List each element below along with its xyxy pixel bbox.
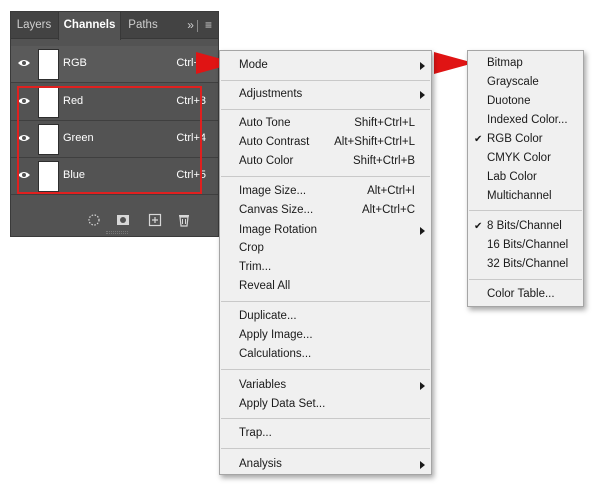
menu-separator	[221, 448, 430, 449]
menu-item-apply-data-set[interactable]: Apply Data Set...	[220, 395, 431, 414]
menu-item-mode[interactable]: Mode	[220, 56, 431, 75]
menu-separator	[221, 176, 430, 177]
channel-name: RGB	[63, 57, 87, 69]
mode-item-cmyk-color[interactable]: CMYK Color	[468, 149, 583, 168]
mode-submenu: Bitmap Grayscale Duotone Indexed Color..…	[467, 50, 584, 307]
menu-separator	[469, 279, 582, 280]
image-menu: Mode Adjustments Auto Tone Shift+Ctrl+L A…	[219, 50, 432, 475]
menu-separator	[221, 369, 430, 370]
menu-item-auto-color[interactable]: Auto Color Shift+Ctrl+B	[220, 152, 431, 171]
menu-item-crop[interactable]: Crop	[220, 239, 431, 258]
menu-item-analysis[interactable]: Analysis	[220, 455, 431, 474]
menu-item-trap[interactable]: Trap...	[220, 424, 431, 443]
menu-item-calculations[interactable]: Calculations...	[220, 345, 431, 364]
load-selection-icon[interactable]	[87, 213, 101, 227]
checkmark-icon: ✔	[474, 221, 483, 232]
mode-item-32-bits[interactable]: 32 Bits/Channel	[468, 255, 583, 274]
menu-item-image-size[interactable]: Image Size... Alt+Ctrl+I	[220, 182, 431, 201]
mode-item-multichannel[interactable]: Multichannel	[468, 187, 583, 206]
panel-footer	[11, 204, 218, 236]
channel-thumbnail	[38, 49, 59, 80]
mode-item-color-table[interactable]: Color Table...	[468, 285, 583, 304]
divider	[196, 19, 198, 32]
mode-item-rgb-color[interactable]: ✔ RGB Color	[468, 130, 583, 149]
channel-highlight-box	[17, 86, 202, 194]
tab-paths[interactable]: Paths	[121, 12, 165, 39]
submenu-arrow-icon	[420, 461, 425, 469]
eye-icon[interactable]	[17, 58, 31, 68]
menu-item-reveal-all[interactable]: Reveal All	[220, 277, 431, 296]
menu-item-auto-contrast[interactable]: Auto Contrast Alt+Shift+Ctrl+L	[220, 133, 431, 152]
menu-item-trim[interactable]: Trim...	[220, 258, 431, 277]
mode-item-16-bits[interactable]: 16 Bits/Channel	[468, 236, 583, 255]
mode-item-bitmap[interactable]: Bitmap	[468, 54, 583, 73]
menu-separator	[221, 418, 430, 419]
menu-separator	[221, 301, 430, 302]
submenu-arrow-icon	[420, 62, 425, 70]
tab-channels[interactable]: Channels	[58, 12, 121, 40]
menu-item-duplicate[interactable]: Duplicate...	[220, 307, 431, 326]
tab-layers[interactable]: Layers	[11, 12, 57, 39]
menu-separator	[221, 109, 430, 110]
mode-item-8-bits[interactable]: ✔ 8 Bits/Channel	[468, 217, 583, 236]
menu-item-image-rotation[interactable]: Image Rotation	[220, 221, 431, 240]
mode-item-lab-color[interactable]: Lab Color	[468, 168, 583, 187]
submenu-arrow-icon	[420, 382, 425, 390]
checkmark-icon: ✔	[474, 134, 483, 145]
trash-icon[interactable]	[177, 213, 191, 227]
menu-separator	[221, 80, 430, 81]
submenu-arrow-icon	[420, 91, 425, 99]
menu-item-variables[interactable]: Variables	[220, 376, 431, 395]
collapse-icon[interactable]: »	[187, 12, 194, 39]
save-selection-icon[interactable]	[116, 213, 130, 227]
mode-item-grayscale[interactable]: Grayscale	[468, 73, 583, 92]
submenu-arrow-icon	[420, 227, 425, 235]
resize-grip[interactable]	[106, 231, 128, 234]
menu-item-adjustments[interactable]: Adjustments	[220, 85, 431, 104]
channel-row-rgb[interactable]: RGB Ctrl+2	[11, 46, 218, 83]
menu-item-auto-tone[interactable]: Auto Tone Shift+Ctrl+L	[220, 114, 431, 133]
mode-item-indexed-color[interactable]: Indexed Color...	[468, 111, 583, 130]
panel-menu-icon[interactable]: ≡	[205, 12, 212, 39]
menu-separator	[469, 210, 582, 211]
new-channel-icon[interactable]	[148, 213, 162, 227]
mode-item-duotone[interactable]: Duotone	[468, 92, 583, 111]
menu-item-canvas-size[interactable]: Canvas Size... Alt+Ctrl+C	[220, 201, 431, 220]
panel-tab-bar: Layers Channels Paths » ≡	[11, 12, 218, 40]
menu-item-apply-image[interactable]: Apply Image...	[220, 326, 431, 345]
